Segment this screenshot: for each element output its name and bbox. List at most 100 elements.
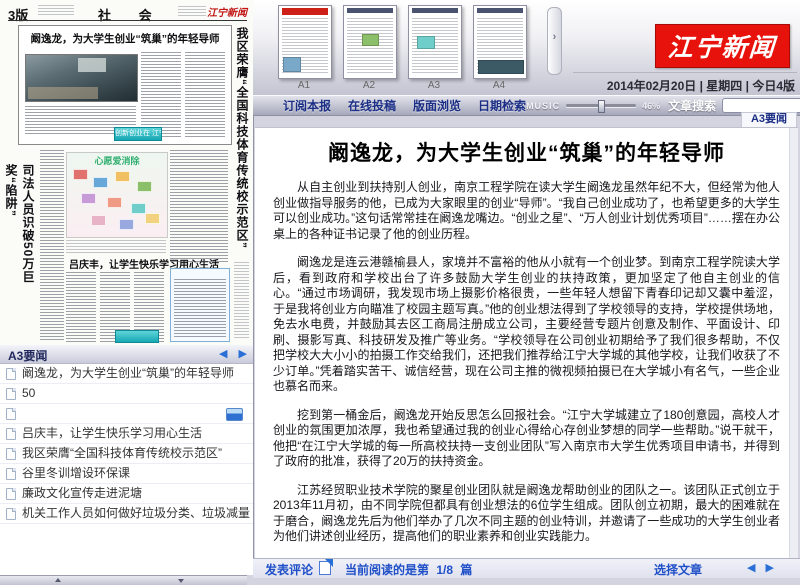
nav-page-browse[interactable]: 版面浏览 — [413, 97, 461, 114]
article-reading-panel: 阚逸龙，为大学生创业“筑巢”的年轻导师 从自主创业到扶持别人创业，南京工程学院在… — [255, 127, 798, 559]
main-toolbar: 订阅本报 在线投稿 版面浏览 日期检索 MUSIC 46% 文章搜索 GO — [253, 95, 800, 116]
horizontal-scrollbar[interactable] — [0, 575, 247, 585]
paper-section-title: 社 会 — [98, 5, 164, 24]
page-thumbnails-strip: A1 A2 A3 A4 › 江宁新闻 2014年02月20日 | 星期四 | 今… — [253, 0, 800, 95]
collage-title: 心愿爱消除 — [67, 154, 167, 167]
list-item[interactable]: 机关工作人员如何做好垃圾分类、垃圾减量 — [0, 504, 253, 524]
document-icon — [6, 428, 16, 440]
volume-percent: 46% — [642, 101, 660, 111]
article-title: 阚逸龙，为大学生创业“筑巢”的年轻导师 — [269, 137, 784, 167]
page-thumbnail-a2[interactable] — [343, 5, 397, 79]
list-item[interactable]: 吕庆丰，让学生快乐学习用心生活 — [0, 424, 253, 444]
paper-lead-article[interactable]: 阚逸龙，为大学生创业“筑巢”的年轻导师 创新创业在 江宁 — [18, 25, 232, 145]
document-icon — [6, 488, 16, 500]
chevron-right-icon: › — [548, 32, 561, 43]
article-body: 从自主创业到扶持别人创业，南京工程学院在读大学生阚逸龙虽然年纪不大，但经常为他人… — [255, 180, 798, 559]
document-icon — [6, 388, 16, 400]
page-thumbnail-a4[interactable] — [473, 5, 527, 79]
list-item[interactable]: 廉政文化宣传走进泥塘 — [0, 484, 253, 504]
paper-masthead: 江宁新闻 — [207, 4, 247, 19]
prev-article-icon[interactable]: ◀ — [747, 562, 755, 574]
thumbnail-label: A3 — [408, 80, 460, 91]
article-link: 阚逸龙，为大学生创业“筑巢”的年轻导师 — [22, 366, 234, 380]
comment-icon[interactable] — [319, 561, 331, 575]
nav-subscribe[interactable]: 订阅本报 — [283, 97, 331, 114]
paper-page-number: 3版 — [8, 5, 28, 24]
document-icon — [6, 368, 16, 380]
page-thumbnail-a3[interactable] — [408, 5, 462, 79]
nav-submit[interactable]: 在线投稿 — [348, 97, 396, 114]
image-icon — [226, 408, 243, 421]
article-link: 机关工作人员如何做好垃圾分类、垃圾减量 — [22, 506, 250, 520]
document-icon — [6, 448, 16, 460]
document-icon — [6, 468, 16, 480]
paper-vertical-headline-right[interactable]: 我区荣膺“全国科技体育传统校示范区” — [232, 27, 251, 255]
newspaper-page-preview[interactable]: 3版 社 会 江宁新闻 阚逸龙，为大学生创业“筑巢”的年轻导师 创新创业在 江宁… — [0, 0, 254, 345]
list-pager: ◀ ▶ — [211, 347, 247, 360]
paper-text-column — [234, 262, 249, 340]
paper-lead-headline: 阚逸龙，为大学生创业“筑巢”的年轻导师 — [22, 31, 228, 46]
nav-date-search[interactable]: 日期检索 — [478, 97, 526, 114]
article-link: 我区荣膺“全国科技体育传统校示范区” — [22, 446, 222, 460]
current-section-tab[interactable]: A3要闻 — [741, 112, 797, 128]
list-item[interactable]: 50 — [0, 384, 253, 404]
next-article-icon[interactable]: ▶ — [766, 562, 774, 574]
paper-header: 3版 社 会 江宁新闻 — [8, 4, 247, 19]
article-list-header: A3要闻 ◀ ▶ — [0, 345, 253, 364]
music-label: MUSIC — [526, 101, 560, 111]
paper-collage-photo: 心愿爱消除 — [66, 152, 168, 238]
search-input[interactable] — [722, 98, 800, 113]
post-comment-link[interactable]: 发表评论 — [265, 561, 313, 578]
article-link: 廉政文化宣传走进泥塘 — [22, 486, 142, 500]
article-scrollbar[interactable] — [789, 128, 798, 559]
thumbnail-label: A4 — [473, 80, 525, 91]
paper-text-column — [66, 272, 96, 342]
thumbnail-pager-slider[interactable]: › — [547, 7, 562, 75]
select-article-label[interactable]: 选择文章 — [654, 561, 702, 578]
article-link: 谷里冬训增设环保课 — [22, 466, 130, 480]
prev-section-icon[interactable]: ◀ — [219, 348, 227, 360]
paper-text-column — [141, 52, 181, 138]
search-label: 文章搜索 — [668, 97, 716, 114]
list-item[interactable]: 阚逸龙，为大学生创业“筑巢”的年轻导师 — [0, 364, 253, 384]
volume-slider[interactable] — [566, 104, 636, 107]
paper-text-column — [40, 150, 64, 342]
scroll-down-icon — [178, 579, 184, 583]
document-icon — [6, 408, 16, 420]
list-item[interactable] — [0, 404, 253, 424]
article-paragraph: 江苏经贸职业技术学院的聚星创业团队就是阚逸龙帮助创业的团队之一。该团队正式创立于… — [273, 483, 780, 545]
paper-text-column — [170, 150, 228, 262]
reading-page-info: 1/8 — [436, 563, 453, 577]
paper-header-rule — [8, 20, 247, 21]
page-thumbnail-a1[interactable] — [278, 5, 332, 79]
article-pager: ◀ ▶ — [740, 561, 774, 574]
paper-column-badge: 创新创业在 江宁 — [114, 127, 162, 141]
list-section-label: A3要闻 — [8, 347, 47, 364]
paper-lead-photo — [25, 54, 138, 102]
reading-progress-label: 当前阅读的是第 — [345, 563, 429, 577]
reader-footer-bar: 发表评论 当前阅读的是第 1/8 篇 选择文章 ◀ ▶ — [253, 558, 800, 578]
article-link: 吕庆丰，让学生快乐学习用心生活 — [22, 426, 202, 440]
paper-editor-info — [38, 5, 74, 17]
reading-progress: 当前阅读的是第 1/8 篇 — [345, 561, 472, 578]
date-divider — [573, 72, 797, 73]
document-icon — [6, 508, 16, 520]
next-section-icon[interactable]: ▶ — [239, 348, 247, 360]
site-logo[interactable]: 江宁新闻 — [655, 24, 790, 68]
article-paragraph: 挖到第一桶金后，阚逸龙开始反思怎么回报社会。“江宁大学城建立了180创意园，高校… — [273, 408, 780, 470]
article-paragraph: 从自主创业到扶持别人创业，南京工程学院在读大学生阚逸龙虽然年纪不大，但经常为他人… — [273, 180, 780, 242]
list-item[interactable]: 谷里冬训增设环保课 — [0, 464, 253, 484]
paper-date-info — [178, 6, 206, 16]
article-list-panel: A3要闻 ◀ ▶ 阚逸龙，为大学生创业“筑巢”的年轻导师 50 吕庆丰，让学生快… — [0, 345, 254, 575]
volume-slider-handle[interactable] — [598, 100, 605, 113]
thumbnail-label: A1 — [278, 80, 330, 91]
reading-pieces-label: 篇 — [460, 563, 472, 577]
thumbnail-label: A2 — [343, 80, 395, 91]
paper-text-column — [185, 52, 225, 138]
issue-date: 2014年02月20日 | 星期四 | 今日4版 — [607, 77, 795, 94]
list-item[interactable]: 我区荣膺“全国科技体育传统校示范区” — [0, 444, 253, 464]
article-link: 50 — [22, 386, 35, 400]
paper-vertical-headline-left[interactable]: 司法人员识破50万巨奖“陷阱” — [7, 164, 37, 292]
scroll-up-icon — [55, 578, 61, 582]
paper-sidebar-box — [170, 268, 230, 342]
